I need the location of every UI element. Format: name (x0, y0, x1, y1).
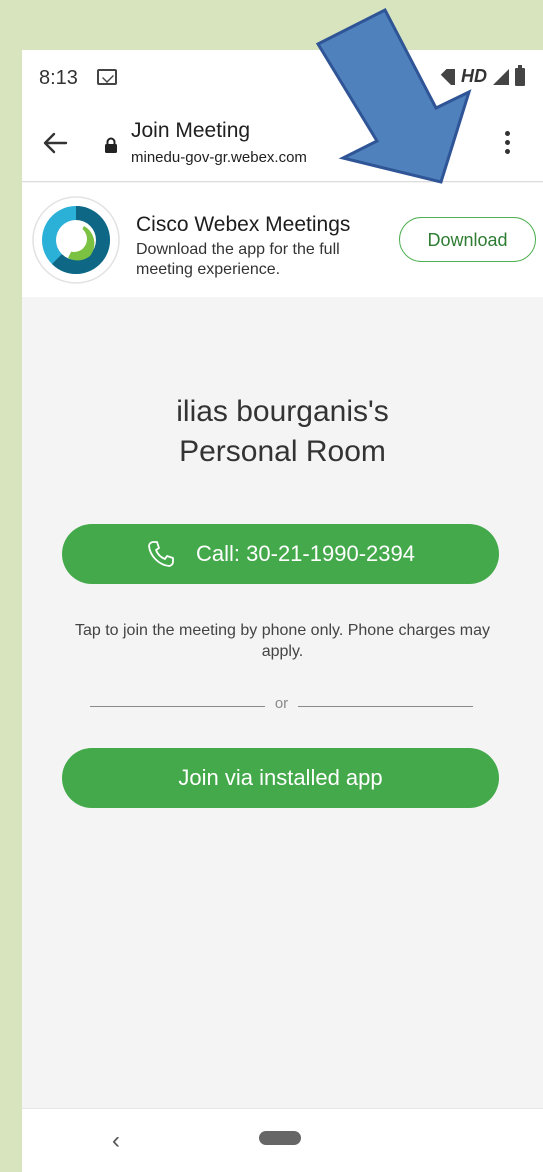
join-via-app-button[interactable]: Join via installed app (62, 748, 499, 808)
call-button[interactable]: Call: 30-21-1990-2394 (62, 524, 499, 584)
or-label: or (274, 695, 289, 712)
phone-icon (148, 541, 174, 567)
page-title[interactable]: Join Meeting (131, 119, 250, 143)
banner-description: Download the app for the full meeting ex… (136, 241, 340, 278)
nav-back-button[interactable]: ‹ (112, 1127, 120, 1155)
room-owner: ilias bourganis's (176, 395, 389, 428)
download-button[interactable]: Download (399, 217, 536, 262)
banner-app-name: Cisco Webex Meetings (136, 213, 351, 236)
phone-screen: 8:13 HD Join Meeting minedu-gov-gr.webex… (22, 50, 543, 1172)
personal-room-title: ilias bourganis's Personal Room (22, 392, 543, 472)
app-install-banner: Cisco Webex Meetings Download the app fo… (22, 183, 543, 297)
url-domain[interactable]: minedu-gov-gr.webex.com (131, 149, 307, 166)
wifi-icon (435, 69, 455, 85)
overflow-menu-icon[interactable] (502, 131, 512, 159)
browser-url-bar: Join Meeting minedu-gov-gr.webex.com (22, 105, 543, 182)
lock-icon (105, 137, 117, 153)
phone-charges-note: Tap to join the meeting by phone only. P… (74, 622, 491, 660)
status-time: 8:13 (39, 67, 78, 89)
divider-line-right (298, 706, 473, 707)
status-icons: HD (435, 64, 525, 87)
hd-badge: HD (461, 66, 487, 86)
webex-logo-icon (32, 196, 120, 284)
call-button-label: Call: 30-21-1990-2394 (196, 541, 415, 566)
join-via-app-label: Join via installed app (178, 765, 383, 790)
room-label: Personal Room (179, 435, 386, 468)
battery-icon (515, 64, 525, 86)
gmail-notification-icon (97, 69, 117, 85)
nav-home-pill[interactable] (259, 1131, 301, 1145)
status-bar: 8:13 HD (22, 50, 543, 105)
back-arrow-icon[interactable] (42, 130, 68, 156)
or-divider: or (90, 695, 473, 715)
system-nav-bar: ‹ (22, 1108, 543, 1172)
signal-icon (493, 68, 509, 85)
